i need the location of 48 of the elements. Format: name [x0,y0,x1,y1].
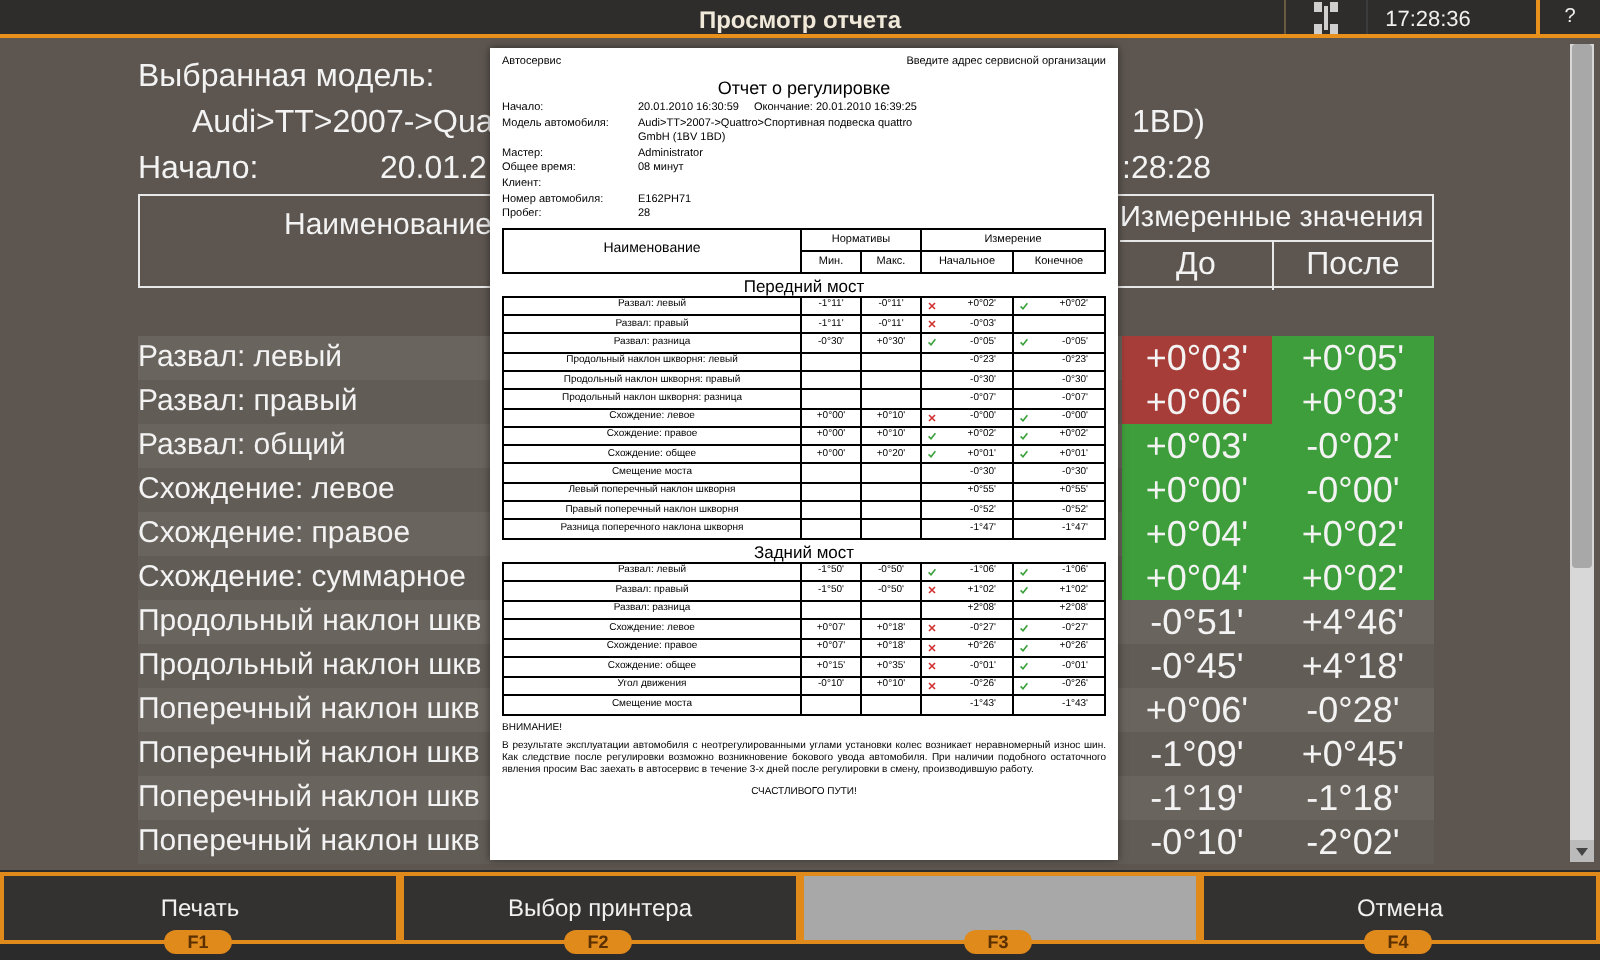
key-hint-badge: F3 [964,930,1032,954]
start-label: Начало: [138,152,259,186]
value-cell: +0°02' [1272,556,1434,600]
scroll-down-icon[interactable] [1576,847,1588,855]
window-title: Просмотр отчета [696,4,904,38]
value-cell: +0°03' [1272,380,1434,424]
model-name: 1BD) [1132,104,1205,144]
value-cell: +4°46' [1272,600,1434,644]
key-hint-badge: F1 [164,930,232,954]
value-cell: +0°02' [1272,512,1434,556]
value-cell: +4°18' [1272,644,1434,688]
start-time: :28:28 [1122,150,1211,190]
start-date: 20.01.2 [380,152,487,186]
section-title: Задний мост [753,541,855,562]
value-cell: +0°04' [1122,556,1272,600]
value-cell: -1°18' [1272,776,1434,820]
value-cell: -0°02' [1272,424,1434,468]
value-cell: -1°09' [1122,732,1272,776]
value-cell: -0°28' [1272,688,1434,732]
column-header: После [1306,246,1400,286]
value-cell: -0°10' [1122,820,1272,864]
key-hint-badge: F4 [1364,930,1432,954]
value-cell: +0°06' [1122,380,1272,424]
clock-time: 17:28:36 [1383,6,1473,34]
scrollbar[interactable] [1570,44,1594,862]
value-cell: -1°19' [1122,776,1272,820]
value-cell: -0°51' [1122,600,1272,644]
value-cell: +0°03' [1122,336,1272,380]
model-name: Audi>TT>2007->Qua [192,106,494,140]
section-title: Передний мост [743,275,865,296]
column-header: До [1176,246,1216,286]
model-label: Выбранная модель: [138,58,435,98]
value-cell: -2°02' [1272,820,1434,864]
value-cell: +0°04' [1122,512,1272,556]
value-cell: -0°45' [1122,644,1272,688]
value-cell: +0°03' [1122,424,1272,468]
scrollbar-thumb[interactable] [1572,44,1592,568]
value-cell: +0°45' [1272,732,1434,776]
report-title: Отчет о регулировке [717,78,891,100]
column-header: Измеренные значения [1120,202,1424,234]
value-cell: +0°05' [1272,336,1434,380]
column-header: Наименование [284,208,492,242]
value-cell: -0°00' [1272,468,1434,512]
help-button[interactable]: ? [1540,0,1600,34]
key-hint-badge: F2 [564,930,632,954]
value-cell: +0°00' [1122,468,1272,512]
axle-icon [1312,1,1340,33]
value-cell: +0°06' [1122,688,1272,732]
